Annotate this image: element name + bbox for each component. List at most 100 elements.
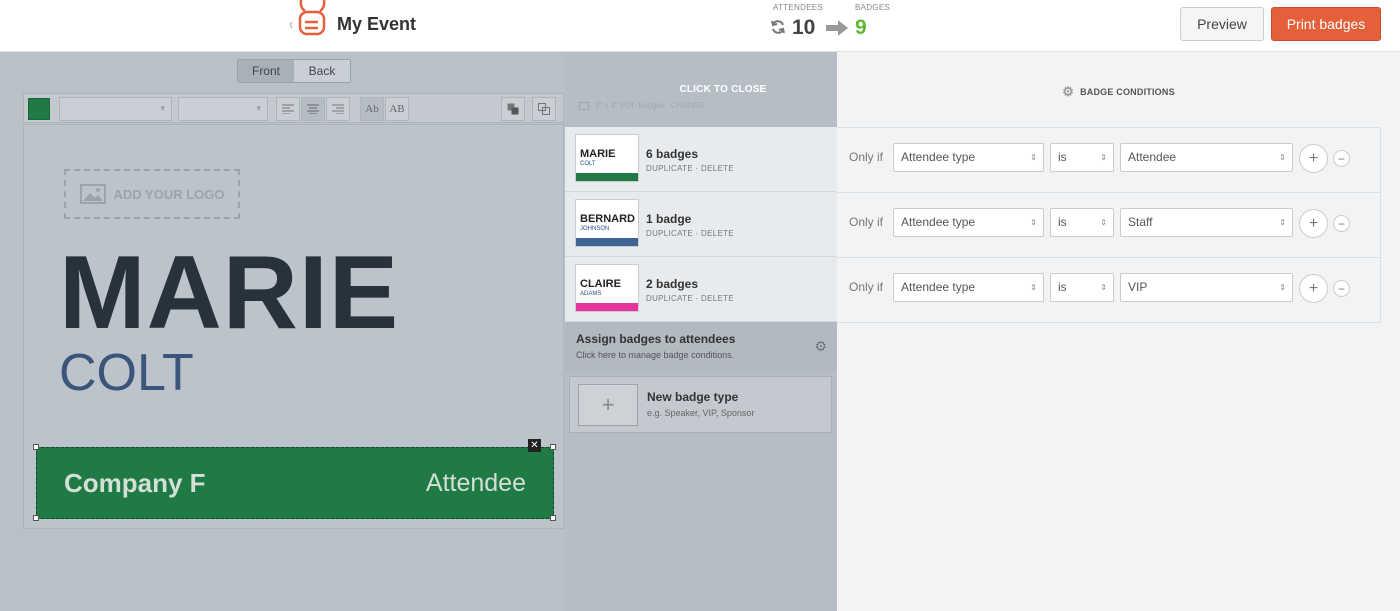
font-size-select[interactable]: ▾ bbox=[178, 97, 268, 121]
gear-icon: ⚙ bbox=[1062, 84, 1075, 99]
assign-subtitle: Click here to manage badge conditions. bbox=[576, 350, 735, 360]
layer-back-icon bbox=[538, 103, 550, 115]
condition-row: Only if Attendee type ⇕ is ⇕ Staff ⇕ + − bbox=[837, 193, 1381, 258]
badge-first-name[interactable]: MARIE bbox=[59, 241, 399, 345]
badge-type-list: MARIE COLT 6 badges DUPLICATE · DELETE B… bbox=[565, 127, 845, 322]
attendee-badge-counts: ATTENDEES BADGES 10 9 bbox=[770, 3, 910, 49]
operator-select[interactable]: is ⇕ bbox=[1050, 208, 1114, 237]
close-icon[interactable]: ✕ bbox=[528, 439, 541, 452]
thumb-first-name: CLAIRE bbox=[580, 278, 621, 290]
duplicate-delete-links[interactable]: DUPLICATE · DELETE bbox=[646, 294, 734, 303]
badge-type-item[interactable]: BERNARD JOHNSON 1 badge DUPLICATE · DELE… bbox=[565, 192, 845, 257]
badge-conditions-panel: ⚙ BADGE CONDITIONS Only if Attendee type… bbox=[837, 52, 1400, 611]
preview-button[interactable]: Preview bbox=[1180, 7, 1264, 41]
badges-count: 9 bbox=[855, 16, 867, 39]
resize-handle[interactable] bbox=[550, 515, 556, 521]
operator-value: is bbox=[1058, 215, 1067, 229]
remove-condition-button[interactable]: − bbox=[1333, 280, 1350, 297]
resize-handle[interactable] bbox=[550, 444, 556, 450]
badges-label: BADGES bbox=[855, 3, 891, 12]
new-badge-title: New badge type bbox=[647, 390, 739, 404]
select-arrows-icon: ⇕ bbox=[1030, 218, 1037, 227]
font-family-select[interactable]: ▾ bbox=[59, 97, 172, 121]
value-select[interactable]: Staff ⇕ bbox=[1120, 208, 1293, 237]
operator-select[interactable]: is ⇕ bbox=[1050, 143, 1114, 172]
add-condition-button[interactable]: + bbox=[1299, 274, 1328, 303]
badge-last-name[interactable]: COLT bbox=[59, 347, 194, 399]
align-center-button[interactable] bbox=[301, 97, 325, 121]
thumb-first-name: BERNARD bbox=[580, 213, 635, 225]
value-value: Attendee bbox=[1128, 150, 1177, 164]
chevron-down-icon: ▾ bbox=[160, 103, 165, 113]
condition-row: Only if Attendee type ⇕ is ⇕ Attendee ⇕ + − bbox=[837, 128, 1381, 193]
field-select[interactable]: Attendee type ⇕ bbox=[893, 208, 1044, 237]
value-select[interactable]: Attendee ⇕ bbox=[1120, 143, 1293, 172]
badge-thumbnail: BERNARD JOHNSON bbox=[575, 199, 639, 247]
resize-handle[interactable] bbox=[33, 515, 39, 521]
badge-type-item[interactable]: CLAIRE ADAMS 2 badges DUPLICATE · DELETE bbox=[565, 257, 845, 322]
tab-back[interactable]: Back bbox=[294, 60, 350, 82]
badge-count-label: 2 badges bbox=[646, 277, 699, 291]
tab-front[interactable]: Front bbox=[238, 60, 294, 82]
case-upper-button[interactable]: AB bbox=[385, 97, 409, 121]
sync-icon[interactable] bbox=[770, 19, 786, 40]
badge-company: Company F bbox=[64, 468, 206, 498]
badge-thumbnail: MARIE COLT bbox=[575, 134, 639, 182]
select-arrows-icon: ⇕ bbox=[1100, 283, 1107, 292]
gear-icon[interactable]: ⚙ bbox=[814, 338, 827, 355]
print-badges-button[interactable]: Print badges bbox=[1271, 7, 1381, 41]
operator-value: is bbox=[1058, 150, 1067, 164]
badge-attendee-type: Attendee bbox=[425, 469, 526, 497]
send-backward-button[interactable] bbox=[532, 97, 556, 121]
select-arrows-icon: ⇕ bbox=[1100, 218, 1107, 227]
attendees-count: 10 bbox=[792, 16, 816, 39]
thumb-strip bbox=[576, 173, 638, 181]
badge-bottom-strip[interactable]: Company F Attendee bbox=[36, 447, 554, 519]
operator-value: is bbox=[1058, 280, 1067, 294]
logo-upload-area[interactable]: ADD YOUR LOGO bbox=[64, 169, 240, 219]
only-if-label: Only if bbox=[849, 215, 884, 229]
select-arrows-icon: ⇕ bbox=[1279, 153, 1286, 162]
app-logo-icon[interactable] bbox=[289, 0, 330, 40]
duplicate-delete-links[interactable]: DUPLICATE · DELETE bbox=[646, 229, 734, 238]
plus-icon: + bbox=[578, 384, 638, 426]
badge-thumbnail: CLAIRE ADAMS bbox=[575, 264, 639, 312]
field-select[interactable]: Attendee type ⇕ bbox=[893, 143, 1044, 172]
thumb-first-name: MARIE bbox=[580, 148, 616, 160]
bring-forward-button[interactable] bbox=[501, 97, 525, 121]
align-right-button[interactable] bbox=[326, 97, 350, 121]
case-normal-button[interactable]: Ab bbox=[360, 97, 384, 121]
field-value: Attendee type bbox=[901, 150, 976, 164]
layer-front-icon bbox=[507, 103, 519, 115]
align-center-icon bbox=[307, 104, 319, 114]
field-value: Attendee type bbox=[901, 215, 976, 229]
click-to-close[interactable]: CLICK TO CLOSE bbox=[565, 84, 881, 95]
condition-row: Only if Attendee type ⇕ is ⇕ VIP ⇕ + − bbox=[837, 258, 1381, 323]
align-right-icon bbox=[332, 104, 344, 114]
resize-handle[interactable] bbox=[33, 444, 39, 450]
color-picker[interactable] bbox=[28, 98, 50, 120]
align-left-button[interactable] bbox=[276, 97, 300, 121]
editor-toolbar: ▾ ▾ Ab AB bbox=[23, 93, 564, 123]
pdf-size-info: 2" x 4" PDF badges CHANGE bbox=[579, 101, 705, 110]
badge-canvas[interactable]: ADD YOUR LOGO MARIE COLT Company F Atten… bbox=[23, 124, 564, 529]
change-size-link[interactable]: CHANGE bbox=[671, 101, 705, 110]
add-condition-button[interactable]: + bbox=[1299, 144, 1328, 173]
value-select[interactable]: VIP ⇕ bbox=[1120, 273, 1293, 302]
operator-select[interactable]: is ⇕ bbox=[1050, 273, 1114, 302]
image-icon bbox=[79, 184, 106, 204]
remove-condition-button[interactable]: − bbox=[1333, 215, 1350, 232]
only-if-label: Only if bbox=[849, 280, 884, 294]
remove-condition-button[interactable]: − bbox=[1333, 150, 1350, 167]
duplicate-delete-links[interactable]: DUPLICATE · DELETE bbox=[646, 164, 734, 173]
align-left-icon bbox=[282, 104, 294, 114]
new-badge-type-button[interactable]: + New badge type e.g. Speaker, VIP, Spon… bbox=[569, 376, 832, 433]
new-badge-subtitle: e.g. Speaker, VIP, Sponsor bbox=[647, 408, 755, 418]
field-value: Attendee type bbox=[901, 280, 976, 294]
assign-badges-section[interactable]: Assign badges to attendees Click here to… bbox=[565, 322, 837, 372]
event-title[interactable]: My Event bbox=[337, 14, 416, 35]
badge-type-item[interactable]: MARIE COLT 6 badges DUPLICATE · DELETE bbox=[565, 127, 845, 192]
field-select[interactable]: Attendee type ⇕ bbox=[893, 273, 1044, 302]
add-condition-button[interactable]: + bbox=[1299, 209, 1328, 238]
value-value: VIP bbox=[1128, 280, 1148, 294]
